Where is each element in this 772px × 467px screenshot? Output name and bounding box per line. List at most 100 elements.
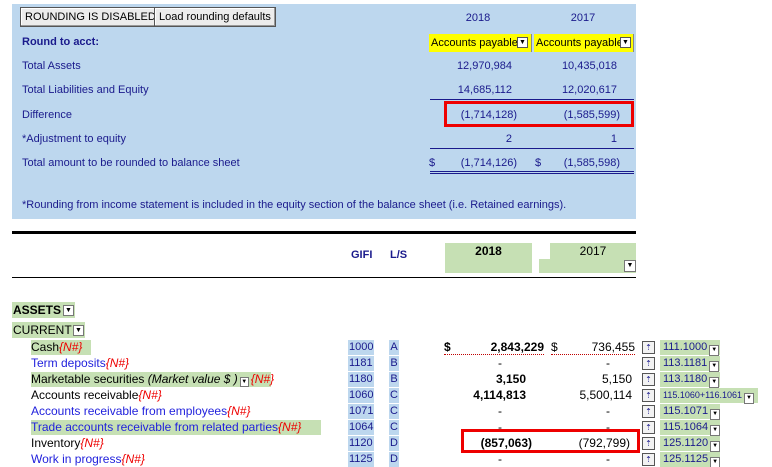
value-2017-marketable-securities[interactable]: 5,150 <box>548 372 632 387</box>
adjustment-2018: 2 <box>505 133 512 145</box>
chevron-down-icon: ▼ <box>620 37 631 48</box>
chevron-down-icon: ▼ <box>744 393 754 404</box>
row-label-marketable-securities: Marketable securities (Market value $ ) ▼… <box>31 372 275 387</box>
total-assets-2017: 10,435,018 <box>561 60 617 72</box>
year-header-2018: 2018 <box>445 243 532 259</box>
formula-icon[interactable]: ⇡ <box>642 357 655 370</box>
chevron-down-icon: ▼ <box>710 457 721 467</box>
ls-cash[interactable]: A <box>389 340 399 355</box>
acct-map-ar-employees[interactable]: 115.1071 ▼ <box>660 404 721 420</box>
gifi-work-in-progress[interactable]: 1125 <box>348 452 374 467</box>
acct-map-inventory[interactable]: 125.1120 ▼ <box>660 436 721 452</box>
total-liabilities-2018: 14,685,112 <box>457 84 512 96</box>
value-2018-term-deposits[interactable]: - <box>440 356 502 371</box>
acct-map-accounts-receivable[interactable]: 115.1060+116.1061 ▼ <box>660 388 758 404</box>
header-rule <box>12 277 636 278</box>
year-header-2017-select[interactable]: ▼ <box>539 259 636 273</box>
adjustment-rule <box>430 148 634 149</box>
formula-icon[interactable]: ⇡ <box>642 341 655 354</box>
total-liabilities-2017: 12,020,617 <box>561 84 617 96</box>
acct-map-work-in-progress[interactable]: 125.1125 ▼ <box>660 452 721 467</box>
total-rule-2 <box>430 173 634 174</box>
formula-icon[interactable]: ⇡ <box>642 405 655 418</box>
ls-header: L/S <box>390 249 408 261</box>
value-2018-marketable-securities[interactable]: 3,150 <box>440 372 526 387</box>
total-rounded-2017: (1,585,598) <box>563 157 620 169</box>
chevron-down-icon: ▼ <box>73 325 84 336</box>
row-label-term-deposits: Term deposits{N#} <box>31 356 130 370</box>
chevron-down-icon: ▼ <box>710 409 721 420</box>
panel-year-2018: 2018 <box>465 12 491 24</box>
total-rounded-2018: (1,714,126) <box>460 157 517 169</box>
ls-term-deposits[interactable]: B <box>389 356 399 371</box>
chevron-down-icon: ▼ <box>624 260 636 272</box>
ls-marketable-securities[interactable]: B <box>389 372 399 387</box>
ls-accounts-receivable[interactable]: C <box>389 388 399 403</box>
formula-icon[interactable]: ⇡ <box>642 389 655 402</box>
chevron-down-icon: ▼ <box>517 37 528 48</box>
assets-section-select[interactable]: ASSETS ▼ <box>12 302 75 318</box>
formula-icon[interactable]: ⇡ <box>642 437 655 450</box>
acct-map-cash[interactable]: 111.1000 ▼ <box>660 340 720 356</box>
value-2017-work-in-progress[interactable]: - <box>548 452 610 467</box>
value-2018-accounts-receivable[interactable]: 4,114,813 <box>440 388 526 403</box>
ls-work-in-progress[interactable]: D <box>389 452 399 467</box>
value-2017-ar-employees[interactable]: - <box>548 404 610 419</box>
gifi-term-deposits[interactable]: 1181 <box>348 356 374 371</box>
value-2017-accounts-receivable[interactable]: 5,500,114 <box>548 388 633 403</box>
gifi-ar-employees[interactable]: 1071 <box>348 404 374 419</box>
acct-map-term-deposits[interactable]: 113.1181 ▼ <box>660 356 720 372</box>
section-divider <box>12 231 636 234</box>
year-header-2017: 2017 <box>550 243 636 259</box>
formula-icon[interactable]: ⇡ <box>642 453 655 466</box>
formula-icon[interactable]: ⇡ <box>642 421 655 434</box>
value-2018-work-in-progress[interactable]: - <box>440 452 502 467</box>
ls-inventory[interactable]: D <box>389 436 399 451</box>
chevron-down-icon: ▼ <box>709 377 720 388</box>
current-section-select[interactable]: CURRENT ▼ <box>12 322 85 338</box>
formula-icon[interactable]: ⇡ <box>642 373 655 386</box>
ls-trade-ar-related[interactable]: C <box>389 420 399 435</box>
acct-map-marketable-securities[interactable]: 113.1180 ▼ <box>660 372 720 388</box>
adjustment-label: *Adjustment to equity <box>22 133 126 145</box>
total-assets-label: Total Assets <box>22 60 81 72</box>
rounding-disabled-button[interactable]: ROUNDING IS DISABLED <box>20 7 161 27</box>
value-2017-cash[interactable]: 736,455 <box>531 340 635 355</box>
round-to-acct-2017-select[interactable]: Accounts payable ▼ <box>534 34 634 52</box>
round-to-acct-2018-value: Accounts payable <box>431 37 518 49</box>
total-rule-1 <box>430 171 634 172</box>
chevron-down-icon: ▼ <box>709 361 720 372</box>
value-2017-term-deposits[interactable]: - <box>548 356 610 371</box>
gifi-inventory[interactable]: 1120 <box>348 436 374 451</box>
subtotal-rule <box>430 99 634 100</box>
assets-section-label: ASSETS <box>13 303 62 317</box>
gifi-accounts-receivable[interactable]: 1060 <box>348 388 374 403</box>
chevron-down-icon: ▼ <box>709 345 720 356</box>
value-2018-ar-employees[interactable]: - <box>440 404 502 419</box>
row-label-trade-ar-related: Trade accounts receivable from related p… <box>31 420 302 434</box>
gifi-trade-ar-related[interactable]: 1064 <box>348 420 374 435</box>
value-2018-cash[interactable]: 2,843,229 <box>440 340 544 355</box>
panel-year-2017: 2017 <box>570 12 596 24</box>
round-to-acct-label: Round to acct: <box>22 36 99 48</box>
ls-ar-employees[interactable]: C <box>389 404 399 419</box>
adjustment-2017: 1 <box>610 133 617 145</box>
row-label-inventory: Inventory{N#} <box>31 436 104 450</box>
cash-2017-underline <box>551 354 635 355</box>
current-section-label: CURRENT <box>13 323 72 337</box>
inventory-highlight-box <box>461 429 640 453</box>
acct-map-trade-ar-related[interactable]: 115.1064 ▼ <box>660 420 721 436</box>
gifi-marketable-securities[interactable]: 1180 <box>348 372 374 387</box>
chevron-down-icon[interactable]: ▼ <box>239 377 249 387</box>
year-header-2018-sub <box>445 259 532 273</box>
row-label-accounts-receivable: Accounts receivable{N#} <box>31 388 162 402</box>
gifi-header: GIFI <box>351 249 373 261</box>
gifi-cash[interactable]: 1000 <box>348 340 374 355</box>
total-liabilities-label: Total Liabilities and Equity <box>22 84 149 96</box>
load-rounding-defaults-button[interactable]: Load rounding defaults <box>154 7 276 27</box>
round-to-acct-2018-select[interactable]: Accounts payable ▼ <box>429 34 532 52</box>
row-label-work-in-progress: Work in progress{N#} <box>31 452 145 466</box>
total-rounded-label: Total amount to be rounded to balance sh… <box>22 157 240 169</box>
cash-2018-underline <box>444 354 544 355</box>
chevron-down-icon: ▼ <box>710 425 721 436</box>
